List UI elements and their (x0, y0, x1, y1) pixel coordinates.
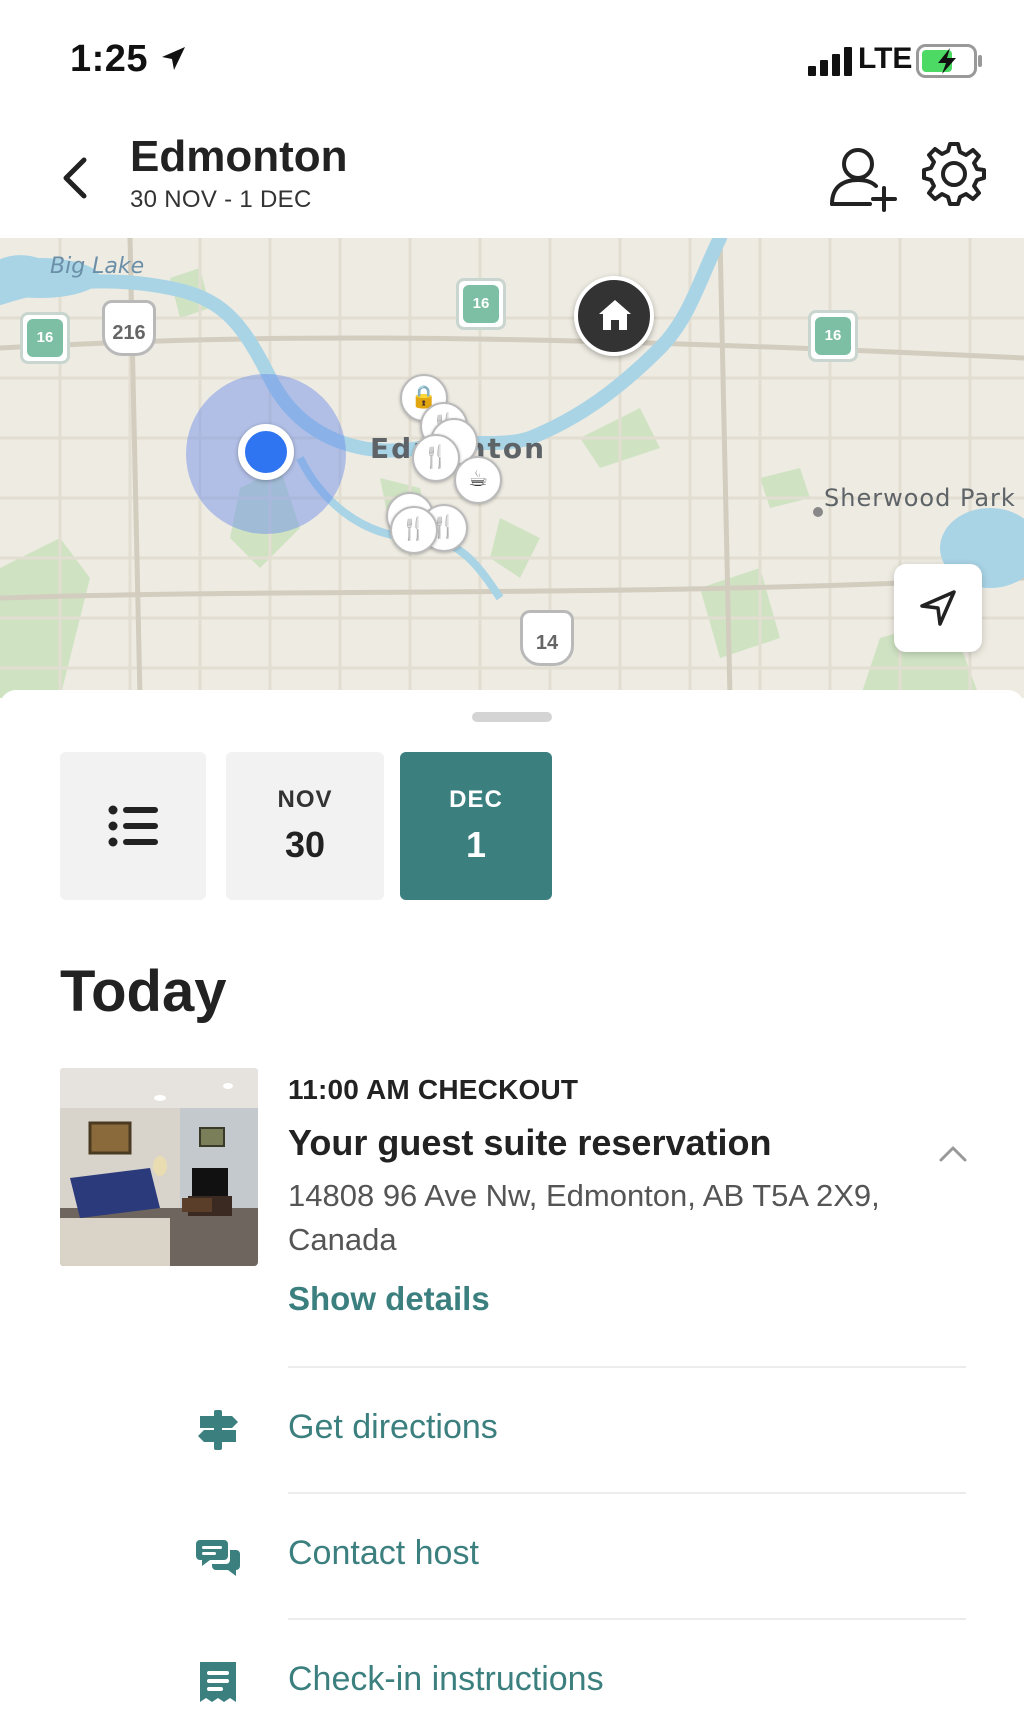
home-pin[interactable] (574, 276, 654, 356)
listing-photo[interactable] (60, 1068, 258, 1266)
highway-shield: 16 (20, 312, 70, 364)
coffee-pin-icon[interactable]: ☕ (454, 456, 502, 504)
map-label-sherwood-park: Sherwood Park (824, 484, 1016, 512)
highway-shield-number: 16 (815, 317, 851, 355)
section-title: Today (60, 959, 227, 1024)
trip-city-title: Edmonton (130, 132, 348, 181)
action-label: Get directions (288, 1408, 498, 1446)
tab-day: 1 (465, 824, 487, 865)
itinerary-sheet: NOV 30 DEC 1 Today 11:00 AM CHECKOUT You… (0, 690, 1024, 1728)
show-details-link[interactable]: Show details (288, 1280, 490, 1318)
chat-bubbles-icon (196, 1540, 240, 1576)
map-label-big-lake: Big Lake (50, 254, 145, 279)
tab-day-dec-1[interactable]: DEC 1 (400, 752, 552, 900)
reservation-title[interactable]: Your guest suite reservation (288, 1122, 771, 1164)
trip-dates: 30 NOV - 1 DEC (130, 186, 312, 213)
highway-shield: 16 (456, 278, 506, 330)
living-room-photo (60, 1068, 258, 1266)
check-in-instructions-action[interactable]: Check-in instructions (0, 1620, 1024, 1728)
settings-gear-icon[interactable] (920, 140, 988, 208)
action-label: Contact host (288, 1534, 479, 1572)
sheet-drag-handle[interactable] (472, 712, 552, 722)
reservation-time: 11:00 AM CHECKOUT (288, 1074, 579, 1105)
network-type: LTE (858, 42, 913, 75)
trip-map[interactable]: Big Lake Edmonton Sherwood Park 16 216 1… (0, 238, 1024, 698)
status-bar: 1:25 LTE (0, 0, 1024, 120)
user-location-dot (238, 424, 294, 480)
restaurant-pin-icon[interactable]: 🍴 (412, 434, 460, 482)
contact-host-action[interactable]: Contact host (0, 1494, 1024, 1618)
status-time: 1:25 (70, 38, 149, 80)
navigation-arrow-icon (920, 590, 956, 626)
tab-day-nov-30[interactable]: NOV 30 (226, 752, 384, 900)
restaurant-pin-icon[interactable]: 🍴 (390, 506, 438, 554)
add-guest-icon[interactable] (826, 140, 900, 214)
highway-shield: 16 (808, 310, 858, 362)
highway-shield: 14 (520, 610, 574, 666)
tab-month: NOV (277, 786, 333, 813)
document-list-icon (200, 1662, 236, 1702)
action-label: Check-in instructions (288, 1660, 604, 1698)
highway-shield-number: 16 (463, 285, 499, 323)
highway-shield: 216 (102, 300, 156, 356)
battery-icon (916, 44, 982, 78)
location-arrow-icon (162, 47, 185, 70)
highway-shield-number: 16 (27, 319, 63, 357)
get-directions-action[interactable]: Get directions (0, 1368, 1024, 1492)
reservation-address: 14808 96 Ave Nw, Edmonton, AB T5A 2X9, C… (288, 1178, 880, 1257)
signal-bars-icon (808, 47, 852, 76)
tab-month: DEC (449, 786, 503, 813)
chevron-up-icon[interactable] (936, 1142, 970, 1166)
trip-header: Edmonton 30 NOV - 1 DEC (0, 120, 1024, 238)
list-icon (108, 805, 158, 847)
recenter-map-button[interactable] (894, 564, 982, 652)
home-icon (599, 300, 631, 330)
back-chevron-icon[interactable] (52, 148, 102, 208)
tab-list-view[interactable] (60, 752, 206, 900)
tab-day: 30 (284, 824, 326, 865)
signpost-icon (198, 1410, 238, 1450)
